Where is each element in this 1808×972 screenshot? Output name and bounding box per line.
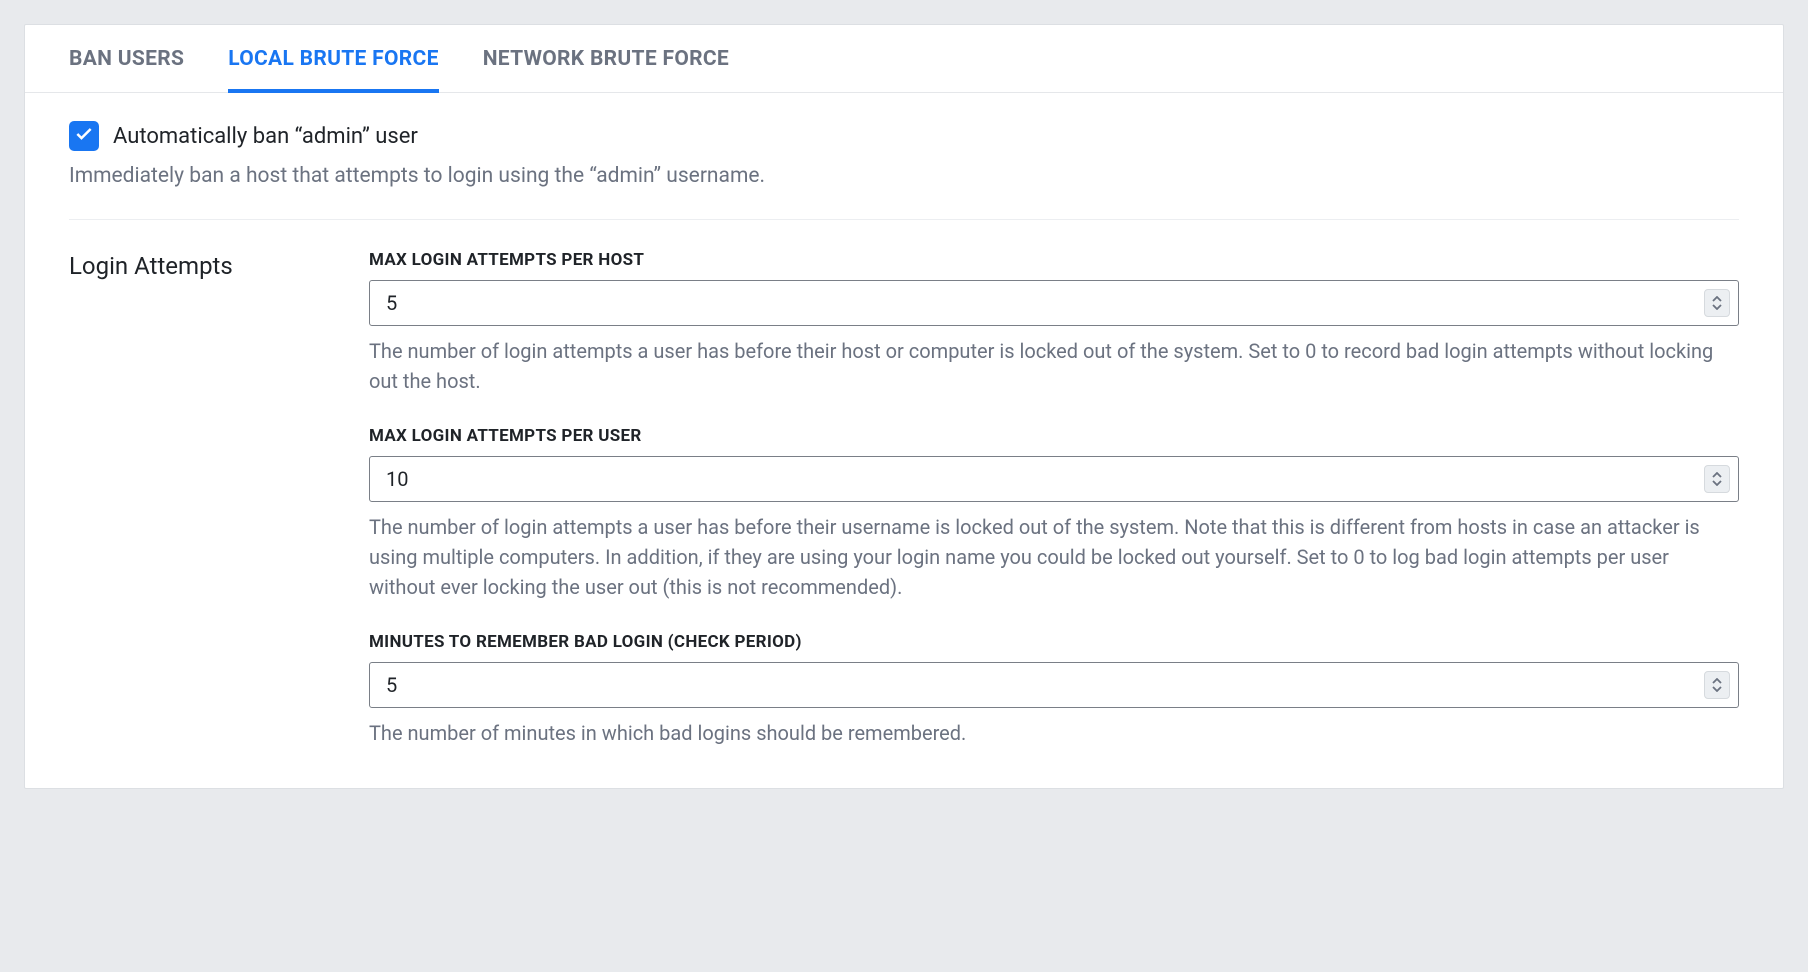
tabs-bar: BAN USERS LOCAL BRUTE FORCE NETWORK BRUT… bbox=[25, 25, 1783, 93]
field-description: The number of login attempts a user has … bbox=[369, 336, 1739, 396]
tab-content: Automatically ban “admin” user Immediate… bbox=[25, 93, 1783, 788]
field-label: MINUTES TO REMEMBER BAD LOGIN (CHECK PER… bbox=[369, 632, 1739, 652]
field-description: The number of minutes in which bad login… bbox=[369, 718, 1739, 748]
max-login-per-user-select[interactable]: 10 bbox=[369, 456, 1739, 502]
divider bbox=[69, 219, 1739, 220]
settings-panel: BAN USERS LOCAL BRUTE FORCE NETWORK BRUT… bbox=[24, 24, 1784, 789]
auto-ban-admin-label[interactable]: Automatically ban “admin” user bbox=[113, 124, 418, 149]
field-label: MAX LOGIN ATTEMPTS PER HOST bbox=[369, 250, 1739, 270]
tab-local-brute-force[interactable]: LOCAL BRUTE FORCE bbox=[228, 25, 438, 93]
auto-ban-admin-description: Immediately ban a host that attempts to … bbox=[69, 161, 1739, 193]
select-value: 10 bbox=[370, 467, 1704, 491]
field-max-login-per-user: MAX LOGIN ATTEMPTS PER USER 10 The numbe… bbox=[369, 426, 1739, 602]
field-max-login-per-host: MAX LOGIN ATTEMPTS PER HOST 5 The number… bbox=[369, 250, 1739, 396]
stepper-icon bbox=[1704, 671, 1730, 699]
select-value: 5 bbox=[370, 291, 1704, 315]
tab-ban-users[interactable]: BAN USERS bbox=[69, 25, 184, 93]
fields-column: MAX LOGIN ATTEMPTS PER HOST 5 The number… bbox=[369, 250, 1739, 748]
minutes-remember-select[interactable]: 5 bbox=[369, 662, 1739, 708]
section-title: Login Attempts bbox=[69, 250, 329, 748]
stepper-icon bbox=[1704, 465, 1730, 493]
auto-ban-admin-checkbox[interactable] bbox=[69, 121, 99, 151]
tab-network-brute-force[interactable]: NETWORK BRUTE FORCE bbox=[483, 25, 729, 93]
field-minutes-remember: MINUTES TO REMEMBER BAD LOGIN (CHECK PER… bbox=[369, 632, 1739, 748]
max-login-per-host-select[interactable]: 5 bbox=[369, 280, 1739, 326]
check-icon bbox=[74, 124, 94, 148]
select-value: 5 bbox=[370, 673, 1704, 697]
auto-ban-admin-row: Automatically ban “admin” user bbox=[69, 121, 1739, 151]
field-description: The number of login attempts a user has … bbox=[369, 512, 1739, 602]
field-label: MAX LOGIN ATTEMPTS PER USER bbox=[369, 426, 1739, 446]
login-attempts-section: Login Attempts MAX LOGIN ATTEMPTS PER HO… bbox=[69, 250, 1739, 748]
stepper-icon bbox=[1704, 289, 1730, 317]
